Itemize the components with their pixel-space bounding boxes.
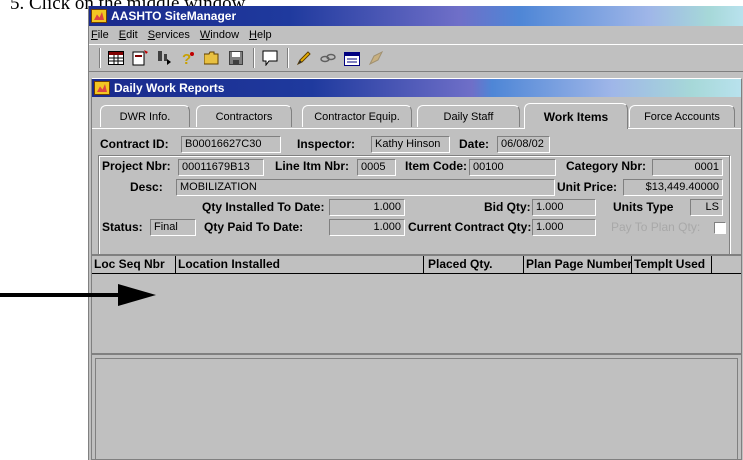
date-label: Date: [459,137,490,151]
current-contract-qty-label: Current Contract Qty: [408,220,532,234]
app-title: AASHTO SiteManager [111,9,237,23]
inspector-label: Inspector: [297,137,356,151]
unit-price-field[interactable]: $13,449.40000 [623,179,723,196]
tab-work-items[interactable]: Work Items [524,103,628,129]
col-templt-used[interactable]: Templt Used [632,256,712,273]
grid-view-icon[interactable] [105,47,127,69]
pointer-arrow-icon [0,284,156,306]
col-loc-seq-nbr[interactable]: Loc Seq Nbr [92,256,176,273]
inspector-field[interactable]: Kathy Hinson [371,136,450,153]
save-icon[interactable] [225,47,247,69]
project-nbr-label: Project Nbr: [102,159,171,173]
edit-pencil-icon[interactable] [293,47,315,69]
pay-to-plan-qty-label: Pay To Plan Qty: [611,220,701,234]
tab-daily-staff[interactable]: Daily Staff [417,105,520,127]
tab-contractors[interactable]: Contractors [196,105,292,127]
child-titlebar: Daily Work Reports [92,79,741,97]
disabled-tool-icon [365,47,387,69]
status-label: Status: [102,220,143,234]
col-placed-qty[interactable]: Placed Qty. [424,256,524,273]
tab-contractor-equip[interactable]: Contractor Equip. [302,105,412,127]
tab-dwr-info[interactable]: DWR Info. [100,105,190,127]
toolbar-separator [287,48,289,68]
units-type-field[interactable]: LS [690,199,723,216]
tab-strip: DWR Info. Contractors Contractor Equip. … [92,103,741,129]
new-record-icon[interactable] [129,47,151,69]
col-plan-page-number[interactable]: Plan Page Number [524,256,632,273]
qty-installed-label: Qty Installed To Date: [202,200,325,214]
menu-file[interactable]: File [91,29,109,41]
category-nbr-field[interactable]: 0001 [652,159,723,176]
line-itm-nbr-label: Line Itm Nbr: [275,159,349,173]
svg-text:?: ? [182,51,191,66]
qty-paid-label: Qty Paid To Date: [204,220,304,234]
bid-qty-field[interactable]: 1.000 [532,199,596,216]
daily-work-reports-window[interactable]: Daily Work Reports DWR Info. Contractors… [91,78,742,460]
menu-help[interactable]: Help [249,29,272,41]
qty-installed-field[interactable]: 1.000 [329,199,405,216]
menu-window[interactable]: Window [200,29,239,41]
pay-to-plan-qty-checkbox[interactable] [714,222,726,234]
grid-header-row: Loc Seq Nbr Location Installed Placed Qt… [92,256,741,274]
units-type-label: Units Type [613,200,674,214]
link-icon[interactable] [317,47,339,69]
app-logo-icon [91,9,107,23]
status-field[interactable]: Final [150,219,196,236]
toolbar-separator [99,48,101,68]
qty-paid-field[interactable]: 1.000 [329,219,405,236]
bid-qty-label: Bid Qty: [484,200,531,214]
project-nbr-field[interactable]: 00011679B13 [178,159,264,176]
tab-force-accounts[interactable]: Force Accounts [629,105,735,127]
toolbar-separator [253,48,255,68]
line-itm-nbr-field[interactable]: 0005 [357,159,396,176]
desc-field[interactable]: MOBILIZATION [176,179,555,196]
item-code-field[interactable]: 00100 [469,159,556,176]
window-logo-icon [94,81,110,95]
menu-edit[interactable]: Edit [119,29,138,41]
contract-id-field[interactable]: B00016627C30 [181,136,281,153]
app-window: AASHTO SiteManager File Edit Services Wi… [88,6,743,460]
menu-bar: File Edit Services Window Help [89,26,743,44]
comment-icon[interactable] [259,47,281,69]
calendar-icon[interactable] [341,47,363,69]
menu-services[interactable]: Services [148,29,190,41]
col-location-installed[interactable]: Location Installed [176,256,424,273]
desc-label: Desc: [130,180,163,194]
lower-pane-frame [95,358,738,459]
unit-price-label: Unit Price: [557,180,618,194]
category-nbr-label: Category Nbr: [566,159,647,173]
location-installed-grid[interactable]: Loc Seq Nbr Location Installed Placed Qt… [92,254,741,351]
lower-detail-pane[interactable] [92,353,741,459]
current-contract-qty-field[interactable]: 1.000 [532,219,596,236]
filter-icon[interactable] [153,47,175,69]
date-field[interactable]: 06/08/02 [497,136,550,153]
contract-id-label: Contract ID: [100,137,169,151]
help-icon[interactable]: ? [177,47,199,69]
child-window-title: Daily Work Reports [114,81,225,95]
toolbar: ? [89,44,743,72]
app-titlebar: AASHTO SiteManager [89,6,743,26]
item-code-label: Item Code: [405,159,468,173]
open-folder-icon[interactable] [201,47,223,69]
